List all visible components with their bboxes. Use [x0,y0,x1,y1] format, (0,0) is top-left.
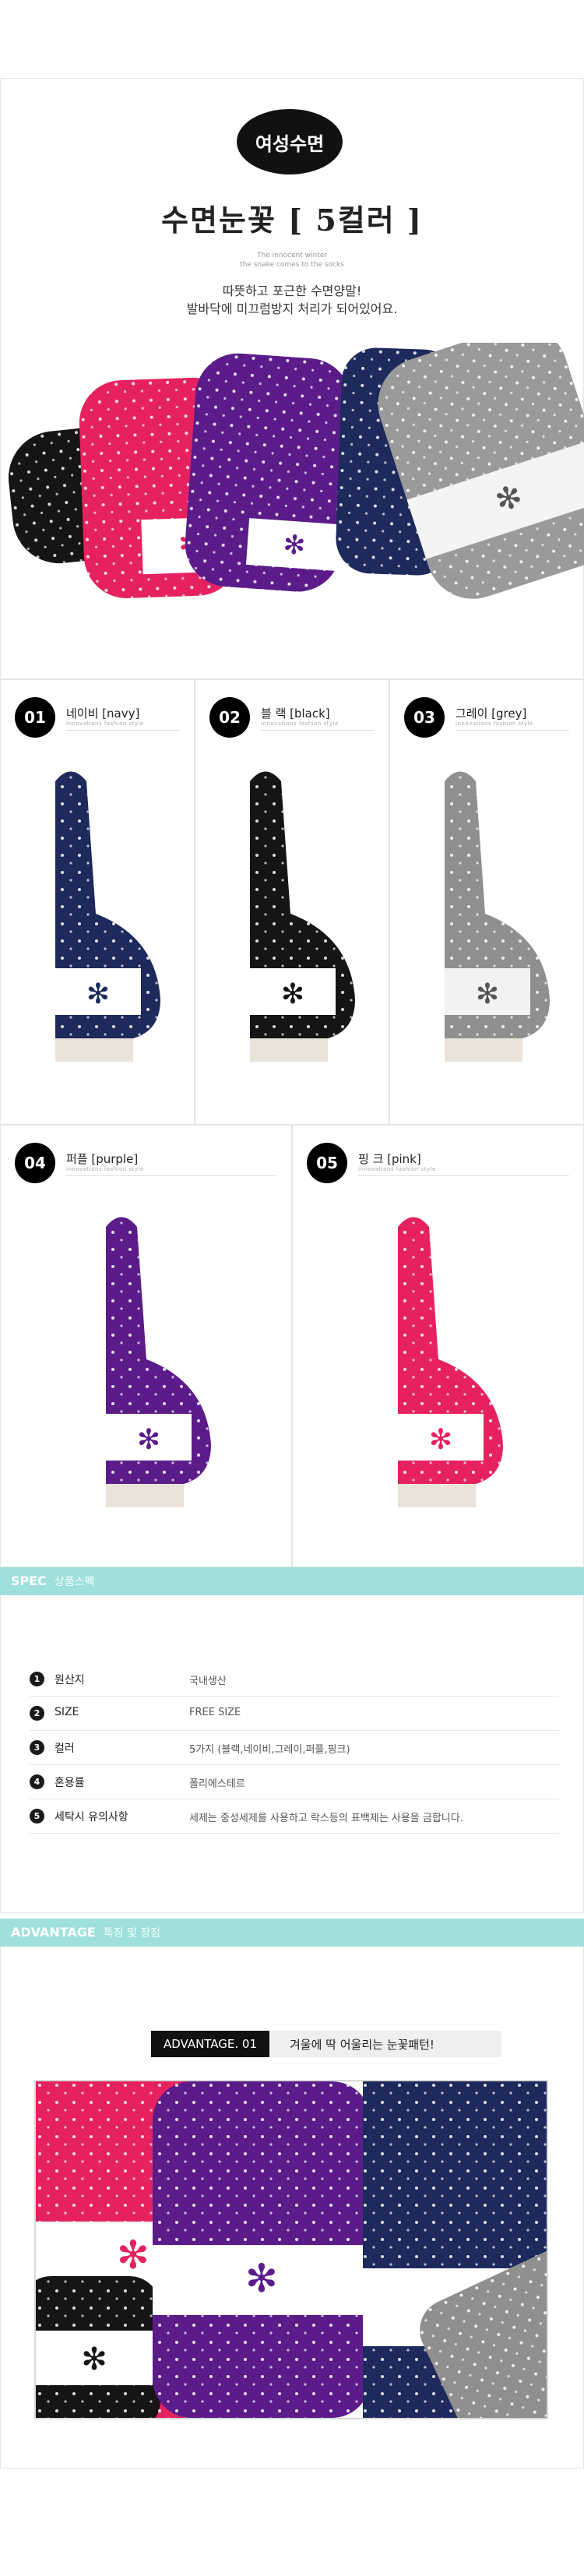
spec-label: 세탁시 유의사항 [55,1811,128,1824]
product-card-purple[interactable]: 04 퍼플 [purple] innovations fashion style… [0,1125,292,1567]
spec-number: 2 [30,1706,44,1721]
hero-description: 따뜻하고 포근한 수면양말! 발바닥에 미끄럼방지 처리가 되어있어요. [0,282,584,318]
product-card-navy[interactable]: 01 네이비 [navy] innovations fashion style … [0,679,195,1125]
product-color-name: 그레이 [grey] [456,707,527,721]
product-number: 05 [307,1143,347,1183]
sock-purple-image: ✻ [106,1217,211,1507]
sock-grey-image: ✻ [445,771,550,1062]
hero-tagline-line-2: the snake comes to the socks [240,261,344,269]
spec-label: 혼용률 [55,1777,85,1789]
advantage-socks-closeup: ✻ ✻ ✻ ✻ [36,2081,547,2418]
spec-value: 세제는 중성세제를 사용하고 락스등의 표백제는 사용을 금합니다. [189,1813,463,1824]
svg-text:✻: ✻ [245,2256,278,2301]
product-number: 03 [404,697,445,738]
divider [358,1175,569,1176]
product-card-pink[interactable]: 05 핑 크 [pink] innovations fashion style … [292,1125,584,1567]
spec-label: 컬러 [55,1743,75,1755]
spec-row: 1 원산지 국내생산 [30,1662,559,1697]
hero-tagline: The innocent winter the snake comes to t… [0,251,584,270]
product-color-name: 네이비 [navy] [66,707,140,721]
product-subtitle: innovations fashion style [66,1166,144,1172]
spec-number: 4 [30,1774,44,1789]
product-card-black[interactable]: 02 블 랙 [black] innovations fashion style… [195,679,389,1125]
svg-text:✻: ✻ [282,529,306,562]
spec-label: 원산지 [55,1674,85,1686]
spec-row: 4 혼용률 폴리에스테르 [30,1765,559,1799]
category-badge: 여성수면 [237,109,343,174]
spec-title: SPEC [11,1573,47,1588]
spec-label: SIZE [55,1706,79,1718]
advantage-photo: ✻ ✻ ✻ ✻ [34,2080,548,2419]
product-color-name: 퍼플 [purple] [66,1152,139,1166]
spec-row: 5 세탁시 유의사항 세제는 중성세제를 사용하고 락스등의 표백제는 사용을 … [30,1799,559,1834]
svg-text:✻: ✻ [86,978,110,1010]
spec-number: 1 [30,1672,44,1686]
svg-text:✻: ✻ [476,978,499,1010]
product-subtitle: innovations fashion style [358,1166,436,1172]
hero-product-image: ✻ ✻ ✻ ✻ [8,343,584,599]
product-subtitle: innovations fashion style [66,721,144,727]
product-number: 02 [209,697,250,738]
advantage-subtitle: 특징 및 장점 [103,1927,161,1940]
product-number: 04 [15,1143,55,1183]
spec-value: FREE SIZE [189,1707,241,1718]
spec-value: 폴리에스테르 [189,1778,245,1790]
spec-row: 2 SIZE FREE SIZE [30,1697,559,1731]
advantage-section-header: ADVANTAGE 특징 및 장점 [0,1919,584,1947]
sock-navy-image: ✻ [55,771,160,1062]
svg-text:✻: ✻ [429,1424,452,1456]
advantage-tag: ADVANTAGE. 01 [151,2031,269,2057]
spec-row: 3 컬러 5가지 (블랙,네이비,그레이,퍼플,핑크) [30,1731,559,1765]
product-subtitle: innovations fashion style [261,721,339,727]
sock-black-image: ✻ [250,771,355,1062]
svg-text:✻: ✻ [117,2232,150,2278]
product-card-grey[interactable]: 03 그레이 [grey] innovations fashion style … [389,679,584,1125]
product-number: 01 [15,697,55,738]
product-color-name: 블 랙 [black] [261,707,330,721]
spec-subtitle: 상품스펙 [54,1576,95,1588]
product-title: 수면눈꽃 [ 5컬러 ] [161,203,423,238]
product-color-name: 핑 크 [pink] [358,1152,421,1166]
svg-text:✻: ✻ [137,1424,160,1456]
spec-value: 5가지 (블랙,네이비,그레이,퍼플,핑크) [189,1744,350,1756]
spec-value: 국내생산 [189,1676,227,1687]
spec-number: 3 [30,1740,44,1755]
advantage-text: 겨울에 딱 어울리는 눈꽃패턴! [290,2038,434,2052]
spec-section-header: SPEC 상품스펙 [0,1567,584,1595]
product-subtitle: innovations fashion style [456,721,533,727]
divider [261,730,375,731]
divider [66,1175,277,1176]
svg-text:✻: ✻ [281,978,304,1010]
sock-pink-image: ✻ [398,1217,503,1507]
spec-number: 5 [30,1809,44,1824]
hero-description-line-2: 발바닥에 미끄럼방지 처리가 되어있어요. [186,301,398,316]
divider [66,730,180,731]
divider [456,730,569,731]
hero-tagline-line-1: The innocent winter [257,252,327,259]
hero-description-line-1: 따뜻하고 포근한 수면양말! [222,284,362,298]
svg-text:✻: ✻ [81,2342,107,2377]
advantage-title: ADVANTAGE [11,1925,96,1940]
